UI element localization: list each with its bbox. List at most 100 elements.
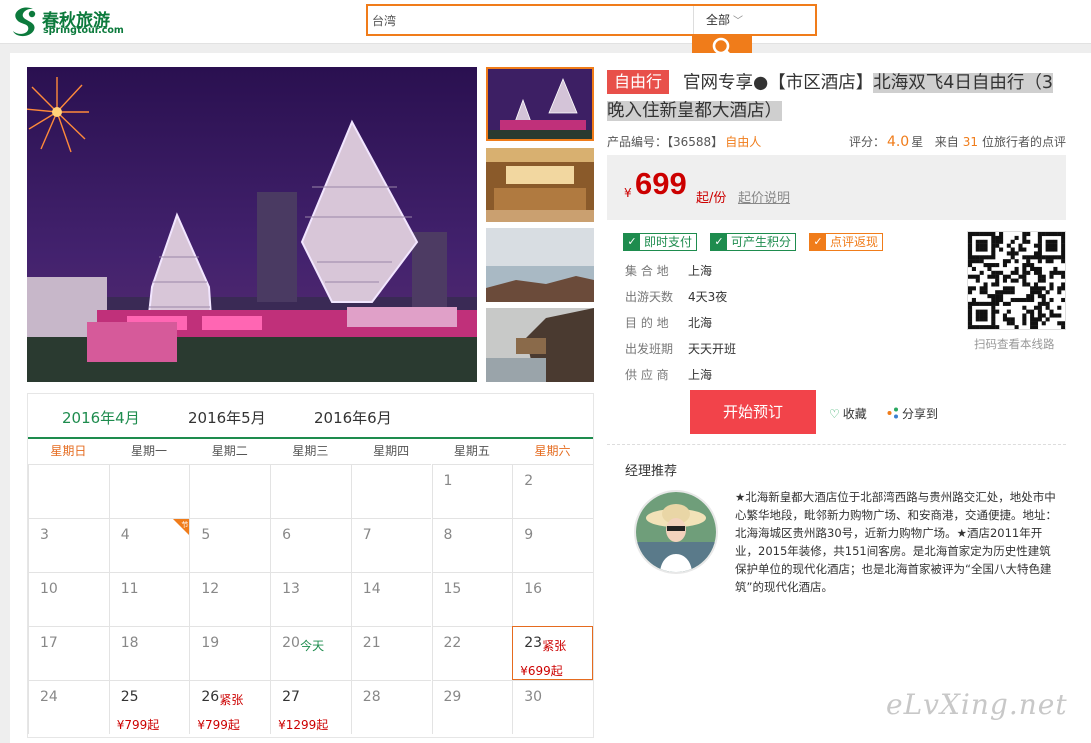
info-row-destination: 目 的 地 北海	[625, 314, 712, 331]
calendar-day-cell[interactable]: 15	[431, 572, 513, 626]
main-photo[interactable]	[27, 67, 477, 382]
thumbnail-3[interactable]	[486, 228, 594, 302]
search-input[interactable]	[368, 6, 693, 34]
calendar-day-cell[interactable]: 8	[431, 518, 513, 572]
info-row-supplier: 供 应 商 上海	[625, 366, 712, 383]
review-count-link[interactable]: 31	[963, 135, 978, 149]
day-number: 8	[443, 527, 453, 543]
price-explain-link[interactable]: 起价说明	[738, 187, 790, 206]
favorite-button[interactable]: ♡ 收藏	[829, 405, 867, 422]
info-row-schedule: 出发班期 天天开班	[625, 340, 736, 357]
day-number: 13	[282, 581, 300, 597]
calendar-day-cell[interactable]: 7	[350, 518, 432, 572]
manager-recommendation-text: ★北海新皇都大酒店位于北部湾西路与贵州路交汇处，地处市中心繁华地段，毗邻新力购物…	[735, 490, 1057, 594]
day-number: 20	[282, 635, 300, 651]
manager-photo	[636, 492, 716, 572]
today-label: 今天	[300, 639, 325, 653]
day-number: 24	[40, 689, 58, 705]
share-button[interactable]: 分享到	[887, 405, 938, 422]
day-price: ¥1299起	[278, 718, 329, 732]
day-number: 6	[282, 527, 292, 543]
weekday-label: 星期日	[50, 444, 87, 458]
calendar-day-cell[interactable]: 10	[28, 572, 109, 626]
calendar-day-cell[interactable]: 23 紧张 ¥699起	[512, 626, 593, 680]
calendar-day-cell[interactable]: 18	[108, 626, 190, 680]
calendar-day-cell[interactable]: 21	[350, 626, 432, 680]
day-number: 14	[362, 581, 381, 597]
calendar-day-cell[interactable]: 14	[350, 572, 432, 626]
tab-month-may[interactable]: 2016年5月	[188, 407, 266, 428]
calendar-day-cell[interactable]: 27 ¥1299起	[270, 680, 351, 734]
info-label: 出游天数	[625, 290, 674, 304]
holiday-corner-tag: 节	[173, 519, 190, 535]
weekday-label: 星期一	[131, 444, 168, 458]
heart-icon: ♡	[829, 407, 840, 421]
calendar-day-cell[interactable]: 28	[350, 680, 432, 734]
calendar-day-cell[interactable]: 16	[512, 572, 593, 626]
tab-month-june[interactable]: 2016年6月	[314, 407, 392, 428]
info-row-days: 出游天数 4天3夜	[625, 288, 727, 305]
qr-code	[967, 231, 1066, 330]
thumbnail-4[interactable]	[486, 308, 594, 382]
calendar-day-cell[interactable]: 13	[270, 572, 351, 626]
logo-mark-icon	[13, 7, 36, 37]
product-title: 官网专享●【市区酒店】北海双飞4日自由行（3晚入住新皇都大酒店）	[607, 69, 1069, 125]
springtour-logo[interactable]: 春秋旅游 springtour.com	[8, 5, 124, 39]
calendar-day-cell[interactable]: 5	[189, 518, 271, 572]
chevron-down-icon: ﹀	[733, 16, 744, 27]
calendar-day-cell[interactable]: 25 ¥799起	[108, 680, 190, 734]
calendar-day-cell[interactable]: 20 今天	[270, 626, 351, 680]
availability-label: 紧张	[219, 693, 244, 707]
month-tabs: 2016年4月 2016年5月 2016年6月	[28, 394, 593, 439]
day-number: 10	[40, 581, 58, 597]
thumbnail-1[interactable]	[486, 67, 594, 141]
share-icon	[887, 407, 898, 419]
price-box: ¥ 699 起/份 起价说明	[607, 155, 1066, 220]
manager-avatar	[634, 490, 718, 574]
day-number: 23	[524, 635, 543, 651]
day-number: 26	[201, 689, 220, 705]
calendar-day-cell[interactable]: 2	[512, 464, 593, 518]
weekday-label: 星期五	[453, 444, 490, 458]
calendar-day-cell[interactable]: 1	[431, 464, 513, 518]
day-number: 11	[120, 581, 139, 597]
calendar-day-cell[interactable]: 24	[28, 680, 109, 734]
favorite-label: 收藏	[842, 407, 867, 421]
calendar-day-cell[interactable]: 4节	[108, 518, 190, 572]
check-icon: ✓	[624, 234, 640, 250]
product-code: 产品编号：【36588】 自由人	[607, 133, 761, 150]
calendar-day-cell[interactable]: 9	[512, 518, 593, 572]
calendar-grid: 1 2 3 4 节 5 6 7 8 9 10 11 12 13 14 15 16 17 18 19 20 今天 21 22 23…	[28, 464, 593, 739]
info-value: 上海	[688, 368, 713, 382]
thumbnail-sea-image	[486, 228, 594, 302]
calendar-day-cell[interactable]: 3	[28, 518, 109, 572]
day-number: 4	[120, 527, 130, 543]
calendar-day-cell[interactable]: 26 紧张 ¥799起	[189, 680, 271, 734]
weekday-label: 星期三	[292, 444, 329, 458]
search-box: 全部﹀	[366, 4, 817, 36]
weekday-label: 星期六	[534, 444, 571, 458]
thumbnail-2[interactable]	[486, 148, 594, 222]
calendar-day-cell[interactable]: 29	[431, 680, 513, 734]
calendar-day-cell	[350, 464, 432, 518]
book-now-button[interactable]: 开始预订	[690, 390, 816, 434]
day-price: ¥799起	[197, 718, 240, 732]
calendar-day-cell[interactable]: 6	[270, 518, 351, 572]
calendar-day-cell[interactable]: 12	[189, 572, 271, 626]
calendar-day-cell[interactable]: 17	[28, 626, 109, 680]
day-number: 27	[282, 689, 300, 705]
day-number: 5	[201, 527, 211, 543]
rating-summary: 评分： 4.0 星 来自 31 位旅行者的点评	[849, 133, 1066, 150]
rating-label: 评分：	[848, 135, 885, 149]
calendar-day-cell[interactable]: 30	[512, 680, 593, 734]
price-currency: ¥	[624, 186, 632, 200]
day-number: 19	[201, 635, 220, 651]
calendar-day-cell[interactable]: 11	[108, 572, 190, 626]
calendar-day-cell[interactable]: 22	[431, 626, 513, 680]
search-category-select[interactable]: 全部 ﹀	[693, 6, 815, 34]
info-value: 上海	[688, 264, 713, 278]
weekday-header: 星期日 星期一 星期二 星期三 星期四 星期五 星期六	[28, 441, 593, 464]
calendar-day-cell[interactable]: 19	[189, 626, 271, 680]
day-number: 21	[362, 635, 381, 651]
tab-month-april[interactable]: 2016年4月	[62, 407, 140, 428]
